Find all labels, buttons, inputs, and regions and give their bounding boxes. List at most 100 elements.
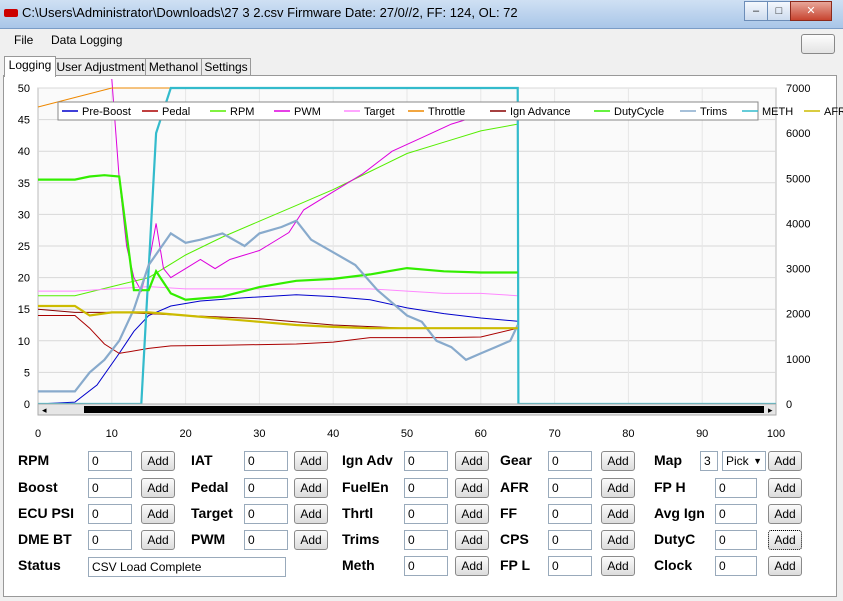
add-button-ign-adv[interactable]: Add — [455, 451, 489, 471]
input-dutyc[interactable] — [715, 530, 757, 550]
input-thrtl[interactable] — [404, 504, 448, 524]
label-fp-l: FP L — [500, 557, 531, 573]
add-button-thrtl[interactable]: Add — [455, 504, 489, 524]
y-left-tick-label: 40 — [18, 146, 30, 158]
scroll-right-arrow[interactable]: ▸ — [768, 406, 773, 416]
add-button-cps[interactable]: Add — [601, 530, 635, 550]
input-ecu-psi[interactable] — [88, 504, 132, 524]
label-ign-adv: Ign Adv — [342, 452, 393, 468]
add-button-rpm[interactable]: Add — [141, 451, 175, 471]
input-cps[interactable] — [548, 530, 592, 550]
input-fuelen[interactable] — [404, 478, 448, 498]
label-fp-h: FP H — [654, 479, 686, 495]
input-avg-ign[interactable] — [715, 504, 757, 524]
add-button-target[interactable]: Add — [294, 504, 328, 524]
scroll-left-arrow[interactable]: ◂ — [42, 406, 47, 416]
add-button-avg-ign[interactable]: Add — [768, 504, 802, 524]
add-button-pedal[interactable]: Add — [294, 478, 328, 498]
add-button-fuelen[interactable]: Add — [455, 478, 489, 498]
y-left-tick-label: 0 — [24, 399, 30, 411]
add-button-dutyc[interactable]: Add — [768, 530, 802, 550]
input-rpm[interactable] — [88, 451, 132, 471]
add-button-fp-l[interactable]: Add — [601, 556, 635, 576]
label-ff: FF — [500, 505, 518, 521]
y-left-tick-label: 25 — [18, 241, 30, 253]
input-fp-h[interactable] — [715, 478, 757, 498]
label-ecu-psi: ECU PSI — [18, 505, 75, 521]
x-tick-label: 0 — [35, 428, 41, 440]
legend-entry: Pedal — [162, 106, 190, 118]
add-button-fp-h[interactable]: Add — [768, 478, 802, 498]
scrollbar-thumb[interactable] — [84, 406, 764, 413]
label-thrtl: Thrtl — [342, 505, 374, 521]
legend-entry: RPM — [230, 106, 254, 118]
map-select-value: Pick — [726, 454, 749, 468]
add-button-ecu-psi[interactable]: Add — [141, 504, 175, 524]
legend-entry: AFR — [824, 106, 843, 118]
x-tick-label: 70 — [548, 428, 560, 440]
input-map[interactable] — [700, 451, 718, 471]
x-tick-label: 100 — [767, 428, 785, 440]
legend-entry: METH — [762, 106, 793, 118]
y-left-tick-label: 30 — [18, 209, 30, 221]
add-button-ff[interactable]: Add — [601, 504, 635, 524]
input-trims[interactable] — [404, 530, 448, 550]
label-map: Map — [654, 452, 682, 468]
add-button-meth[interactable]: Add — [455, 556, 489, 576]
y-right-tick-label: 4000 — [786, 218, 810, 230]
add-button-pwm[interactable]: Add — [294, 530, 328, 550]
add-button-dme-bt[interactable]: Add — [141, 530, 175, 550]
input-gear[interactable] — [548, 451, 592, 471]
label-pedal: Pedal — [191, 479, 229, 495]
label-status: Status — [18, 557, 61, 573]
add-button-boost[interactable]: Add — [141, 478, 175, 498]
add-button-trims[interactable]: Add — [455, 530, 489, 550]
label-boost: Boost — [18, 479, 58, 495]
label-cps: CPS — [500, 531, 529, 547]
y-left-tick-label: 50 — [18, 83, 30, 95]
add-button-afr[interactable]: Add — [601, 478, 635, 498]
tab-logging[interactable]: Logging — [4, 56, 56, 77]
x-tick-label: 90 — [696, 428, 708, 440]
legend-entry: Throttle — [428, 106, 465, 118]
input-fp-l[interactable] — [548, 556, 592, 576]
x-tick-label: 20 — [179, 428, 191, 440]
y-right-tick-label: 0 — [786, 399, 792, 411]
label-pwm: PWM — [191, 531, 226, 547]
input-afr[interactable] — [548, 478, 592, 498]
label-afr: AFR — [500, 479, 529, 495]
label-avg-ign: Avg Ign — [654, 505, 705, 521]
label-dme-bt: DME BT — [18, 531, 72, 547]
y-left-tick-label: 35 — [18, 178, 30, 190]
add-button-map[interactable]: Add — [768, 451, 802, 471]
input-iat[interactable] — [244, 451, 288, 471]
x-tick-label: 30 — [253, 428, 265, 440]
x-tick-label: 40 — [327, 428, 339, 440]
input-pwm[interactable] — [244, 530, 288, 550]
status-field — [88, 557, 286, 577]
input-boost[interactable] — [88, 478, 132, 498]
input-ff[interactable] — [548, 504, 592, 524]
add-button-iat[interactable]: Add — [294, 451, 328, 471]
input-dme-bt[interactable] — [88, 530, 132, 550]
input-meth[interactable] — [404, 556, 448, 576]
map-select[interactable]: Pick ▼ — [722, 451, 766, 471]
y-left-tick-label: 5 — [24, 367, 30, 379]
input-ign-adv[interactable] — [404, 451, 448, 471]
y-right-tick-label: 7000 — [786, 83, 810, 95]
label-clock: Clock — [654, 557, 693, 573]
label-target: Target — [191, 505, 233, 521]
y-left-tick-label: 15 — [18, 304, 30, 316]
x-tick-label: 10 — [106, 428, 118, 440]
label-gear: Gear — [500, 452, 532, 468]
y-right-tick-label: 5000 — [786, 173, 810, 185]
input-pedal[interactable] — [244, 478, 288, 498]
x-tick-label: 50 — [401, 428, 413, 440]
input-target[interactable] — [244, 504, 288, 524]
add-button-clock[interactable]: Add — [768, 556, 802, 576]
legend-entry: Target — [364, 106, 395, 118]
legend-entry: PWM — [294, 106, 321, 118]
input-clock[interactable] — [715, 556, 757, 576]
chevron-down-icon: ▼ — [753, 456, 762, 466]
add-button-gear[interactable]: Add — [601, 451, 635, 471]
